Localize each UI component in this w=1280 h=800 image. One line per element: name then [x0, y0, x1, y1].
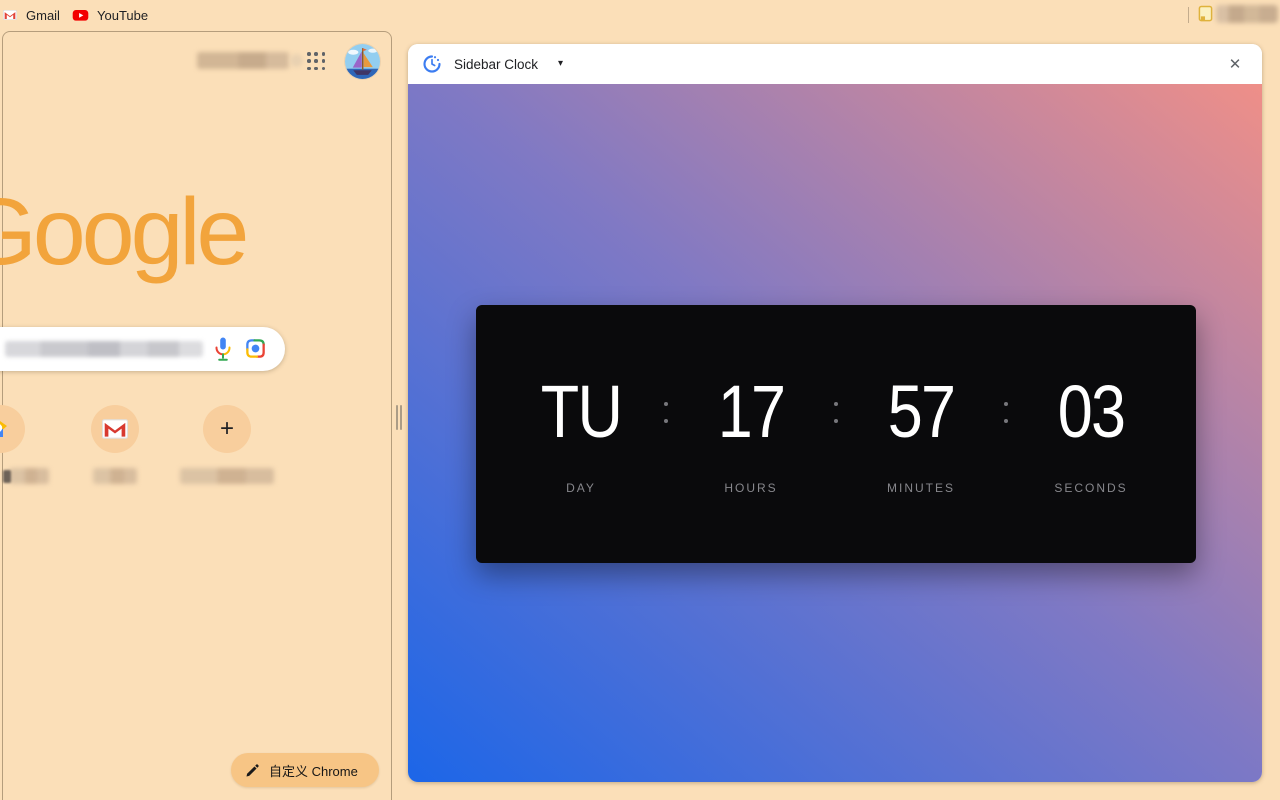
- gmail-icon: [2, 7, 18, 23]
- redacted-account-fade: [290, 54, 303, 67]
- redacted-shortcut-label-1: [9, 468, 49, 484]
- youtube-icon: [72, 8, 89, 22]
- redacted-bookmark-label[interactable]: [1216, 5, 1278, 23]
- colon-separator-icon: [981, 349, 1031, 475]
- gmail-icon: [102, 419, 128, 439]
- side-panel-resize-handle[interactable]: [396, 405, 403, 430]
- camera-lens-icon[interactable]: [244, 337, 267, 360]
- apps-grid-icon[interactable]: [307, 52, 326, 71]
- search-input[interactable]: [0, 327, 285, 371]
- clock-day-label: DAY: [521, 481, 641, 495]
- clock-minutes-label: MINUTES: [861, 481, 981, 495]
- bookmark-youtube-label: YouTube: [97, 8, 148, 23]
- colon-separator-icon: [811, 349, 861, 475]
- clock-seconds-column: 03 SECONDS: [1031, 349, 1151, 495]
- clock-day-value: TU: [530, 349, 632, 475]
- clock-hours-value: 17: [700, 349, 802, 475]
- redacted-account-text: [197, 52, 289, 69]
- mic-icon[interactable]: [211, 336, 235, 362]
- bookmarks-divider: [1188, 7, 1189, 23]
- chevron-down-icon[interactable]: ▾: [558, 59, 563, 69]
- bookmark-youtube[interactable]: YouTube: [72, 4, 148, 26]
- shortcut-tile-1[interactable]: [0, 405, 25, 453]
- clock-minutes-column: 57 MINUTES: [861, 349, 981, 495]
- shortcut-tile-gmail[interactable]: [91, 405, 139, 453]
- clock-extension-icon: [422, 54, 442, 74]
- customize-chrome-label: 自定义 Chrome: [269, 761, 358, 780]
- side-panel-content: TU DAY 17 HOURS 57 MINUTES 03: [408, 84, 1262, 782]
- bookmarks-bar: Gmail YouTube: [0, 0, 1280, 30]
- google-logo: Google: [0, 178, 245, 287]
- clock-hours-column: 17 HOURS: [691, 349, 811, 495]
- clock-hours-label: HOURS: [691, 481, 811, 495]
- plus-icon: +: [220, 417, 234, 441]
- bookmark-gmail[interactable]: Gmail: [2, 4, 60, 26]
- redacted-shortcut-label-3: [180, 468, 274, 484]
- clock-seconds-label: SECONDS: [1031, 481, 1151, 495]
- side-panel: Sidebar Clock ▾ ✕ TU DAY 17 HOURS: [408, 44, 1262, 782]
- colon-separator-icon: [641, 349, 691, 475]
- redacted-shortcut-label-2: [93, 468, 137, 484]
- side-panel-title: Sidebar Clock: [454, 57, 538, 72]
- profile-avatar[interactable]: [345, 44, 380, 79]
- redacted-shortcut-label-fragment: [3, 470, 11, 483]
- clock-day-column: TU DAY: [521, 349, 641, 495]
- bookmark-gmail-label: Gmail: [26, 8, 60, 23]
- pencil-icon: [245, 763, 260, 778]
- browser-window: Gmail YouTube: [0, 0, 1280, 800]
- customize-chrome-button[interactable]: 自定义 Chrome: [231, 753, 379, 787]
- side-panel-header: Sidebar Clock ▾ ✕: [408, 44, 1262, 84]
- clock-seconds-value: 03: [1040, 349, 1142, 475]
- close-icon[interactable]: ✕: [1222, 51, 1248, 77]
- add-shortcut-button[interactable]: +: [203, 405, 251, 453]
- folder-icon[interactable]: [1198, 5, 1213, 23]
- clock-card: TU DAY 17 HOURS 57 MINUTES 03: [476, 305, 1196, 563]
- clock-minutes-value: 57: [870, 349, 972, 475]
- redacted-search-text: [5, 341, 203, 357]
- new-tab-page: Google: [2, 31, 392, 800]
